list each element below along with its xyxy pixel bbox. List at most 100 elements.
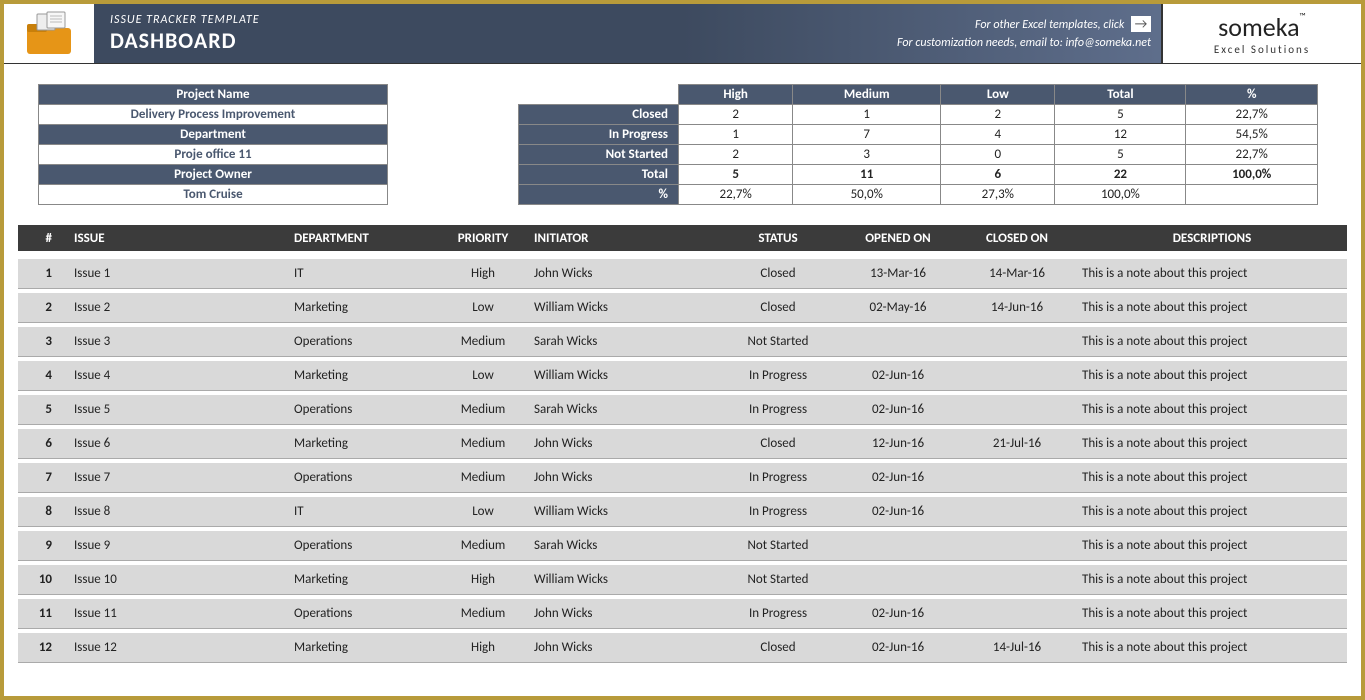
cell-priority: Medium (438, 606, 528, 621)
summary-cell: 7 (793, 125, 941, 145)
summary-cell: 100,0% (1186, 165, 1318, 185)
cell-desc: This is a note about this project (1076, 368, 1348, 383)
cell-num: 10 (18, 572, 68, 587)
cell-opened: 02-May-16 (838, 300, 958, 315)
issue-row[interactable]: 11Issue 11OperationsMediumJohn WicksIn P… (18, 599, 1347, 629)
issue-row[interactable]: 5Issue 5OperationsMediumSarah WicksIn Pr… (18, 395, 1347, 425)
department-label: Department (39, 125, 388, 145)
th-closed: CLOSED ON (958, 231, 1076, 246)
summary-cell: 100,0% (1055, 185, 1186, 205)
summary-cell: 54,5% (1186, 125, 1318, 145)
cell-opened: 02-Jun-16 (838, 402, 958, 417)
col-medium: Medium (793, 85, 941, 105)
logo-tm: ™ (1300, 11, 1306, 22)
cell-opened: 02-Jun-16 (838, 640, 958, 655)
cell-status: Not Started (718, 334, 838, 349)
issue-row[interactable]: 6Issue 6MarketingMediumJohn WicksClosed1… (18, 429, 1347, 459)
th-status: STATUS (718, 231, 838, 246)
cell-num: 11 (18, 606, 68, 621)
cell-issue: Issue 9 (68, 538, 288, 553)
cell-department: Operations (288, 606, 438, 621)
cell-priority: High (438, 266, 528, 281)
cell-department: Marketing (288, 300, 438, 315)
summary-cell: 2 (679, 105, 793, 125)
summary-row: In Progress1741254,5% (519, 125, 1318, 145)
cell-opened: 02-Jun-16 (838, 368, 958, 383)
cell-issue: Issue 8 (68, 504, 288, 519)
th-priority: PRIORITY (438, 231, 528, 246)
cell-num: 2 (18, 300, 68, 315)
cell-department: Operations (288, 470, 438, 485)
cell-issue: Issue 11 (68, 606, 288, 621)
issue-row[interactable]: 10Issue 10MarketingHighWilliam WicksNot … (18, 565, 1347, 595)
cell-priority: Low (438, 300, 528, 315)
summary-row: Not Started230522,7% (519, 145, 1318, 165)
summary-cell: 5 (679, 165, 793, 185)
cell-status: In Progress (718, 470, 838, 485)
someka-logo[interactable]: someka™ Excel Solutions (1161, 4, 1361, 63)
issue-row[interactable]: 7Issue 7OperationsMediumJohn WicksIn Pro… (18, 463, 1347, 493)
cell-closed: 21-Jul-16 (958, 436, 1076, 451)
cell-department: Marketing (288, 640, 438, 655)
cell-initiator: Sarah Wicks (528, 334, 718, 349)
cell-priority: High (438, 572, 528, 587)
summary-cell: 2 (941, 105, 1055, 125)
cell-closed: 14-Jul-16 (958, 640, 1076, 655)
cell-department: Operations (288, 402, 438, 417)
cell-desc: This is a note about this project (1076, 572, 1348, 587)
issue-row[interactable]: 9Issue 9OperationsMediumSarah WicksNot S… (18, 531, 1347, 561)
summary-cell: 50,0% (793, 185, 941, 205)
cell-priority: High (438, 640, 528, 655)
summary-header-row: High Medium Low Total % (519, 85, 1318, 105)
cell-initiator: William Wicks (528, 368, 718, 383)
issues-header-row: # ISSUE DEPARTMENT PRIORITY INITIATOR ST… (18, 225, 1347, 251)
issue-row[interactable]: 3Issue 3OperationsMediumSarah WicksNot S… (18, 327, 1347, 357)
summary-row-label: Closed (519, 105, 679, 125)
summary-cell: 12 (1055, 125, 1186, 145)
cell-initiator: John Wicks (528, 266, 718, 281)
cell-status: Not Started (718, 572, 838, 587)
cell-status: Closed (718, 266, 838, 281)
summary-cell: 3 (793, 145, 941, 165)
project-owner-label: Project Owner (39, 165, 388, 185)
cell-issue: Issue 3 (68, 334, 288, 349)
issue-row[interactable]: 8Issue 8ITLowWilliam WicksIn Progress02-… (18, 497, 1347, 527)
issue-row[interactable]: 4Issue 4MarketingLowWilliam WicksIn Prog… (18, 361, 1347, 391)
cell-desc: This is a note about this project (1076, 640, 1348, 655)
cell-initiator: John Wicks (528, 640, 718, 655)
issue-row[interactable]: 2Issue 2MarketingLowWilliam WicksClosed0… (18, 293, 1347, 323)
issue-row[interactable]: 1Issue 1ITHighJohn WicksClosed13-Mar-161… (18, 259, 1347, 289)
cell-num: 7 (18, 470, 68, 485)
header-bar: ISSUE TRACKER TEMPLATE DASHBOARD For oth… (4, 4, 1361, 64)
th-department: DEPARTMENT (288, 231, 438, 246)
cell-issue: Issue 2 (68, 300, 288, 315)
summary-cell: 1 (793, 105, 941, 125)
cell-status: Closed (718, 436, 838, 451)
th-issue: ISSUE (68, 231, 288, 246)
summary-cell: 27,3% (941, 185, 1055, 205)
arrow-right-icon[interactable]: → (1131, 16, 1151, 32)
cell-initiator: John Wicks (528, 436, 718, 451)
col-high: High (679, 85, 793, 105)
cell-desc: This is a note about this project (1076, 606, 1348, 621)
summary-blank (519, 85, 679, 105)
cell-priority: Medium (438, 538, 528, 553)
summary-row: Total511622100,0% (519, 165, 1318, 185)
summary-cell: 22,7% (679, 185, 793, 205)
header-right-text: For other Excel templates, click → For c… (801, 4, 1161, 63)
cell-department: Marketing (288, 368, 438, 383)
cell-initiator: Sarah Wicks (528, 538, 718, 553)
cell-num: 8 (18, 504, 68, 519)
cell-priority: Medium (438, 334, 528, 349)
cell-desc: This is a note about this project (1076, 300, 1348, 315)
cell-issue: Issue 5 (68, 402, 288, 417)
header-subtitle: ISSUE TRACKER TEMPLATE (110, 13, 785, 27)
summary-cell: 11 (793, 165, 941, 185)
cell-initiator: Sarah Wicks (528, 402, 718, 417)
cell-department: Operations (288, 538, 438, 553)
cell-status: In Progress (718, 368, 838, 383)
issue-row[interactable]: 12Issue 12MarketingHighJohn WicksClosed0… (18, 633, 1347, 663)
summary-cell: 22 (1055, 165, 1186, 185)
cell-issue: Issue 7 (68, 470, 288, 485)
cell-opened: 02-Jun-16 (838, 504, 958, 519)
